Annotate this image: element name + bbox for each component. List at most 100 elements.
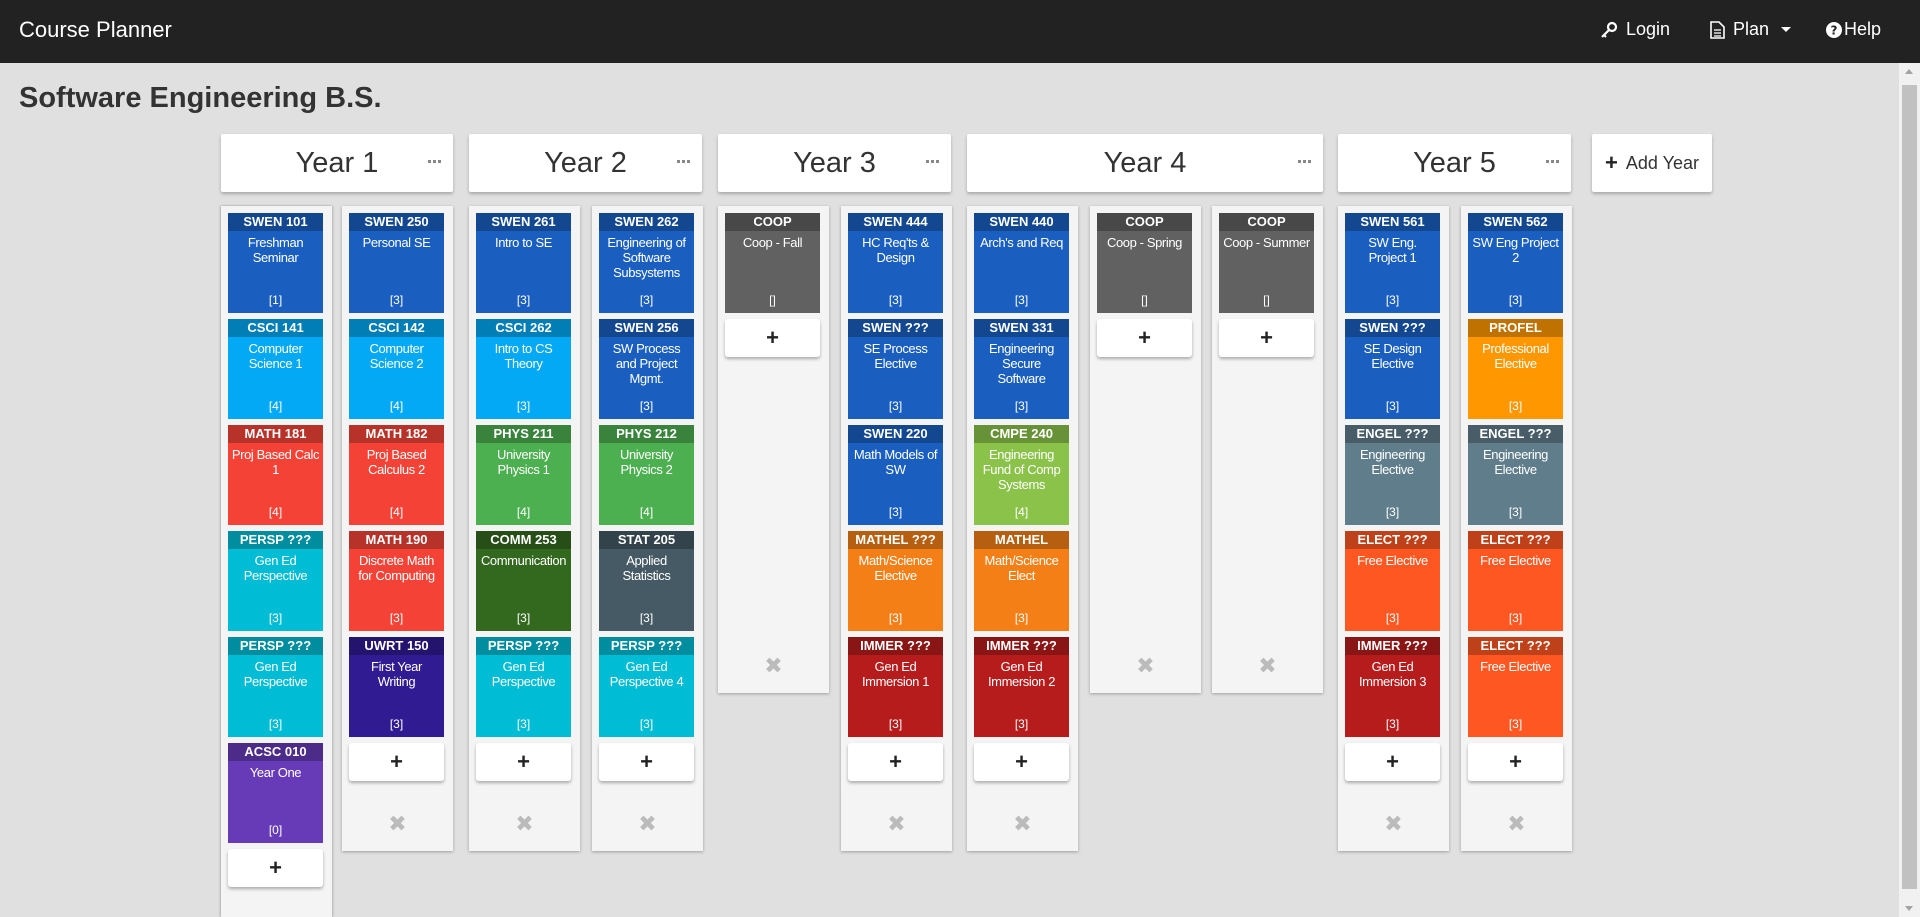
course-card[interactable]: IMMER ??? Gen Ed Immersion 3 [3] <box>1345 637 1440 737</box>
course-credits: [4] <box>639 505 654 519</box>
course-code: PERSP ??? <box>228 637 323 655</box>
semester-column: SWEN 561 SW Eng. Project 1 [3] SWEN ??? SE D… <box>1338 206 1449 851</box>
course-card[interactable]: CMPE 240 Engineering Fund of Comp Systems… <box>974 425 1069 525</box>
remove-semester-icon[interactable]: ✖ <box>1090 653 1201 679</box>
remove-semester-icon[interactable]: ✖ <box>469 811 580 837</box>
app-brand[interactable]: Course Planner <box>19 17 172 43</box>
course-card[interactable]: ELECT ??? Free Elective [3] <box>1468 637 1563 737</box>
course-code: COOP <box>725 213 820 231</box>
course-name: Engineering Secure Software <box>989 341 1054 386</box>
course-card[interactable]: PHYS 211 University Physics 1 [4] <box>476 425 571 525</box>
course-card[interactable]: IMMER ??? Gen Ed Immersion 1 [3] <box>848 637 943 737</box>
course-card[interactable]: SWEN 562 SW Eng Project 2 [3] <box>1468 213 1563 313</box>
course-credits: [3] <box>888 293 903 307</box>
course-card[interactable]: ACSC 010 Year One [0] <box>228 743 323 843</box>
semester-column: COOP Coop - Summer [] + ✖ <box>1212 206 1323 693</box>
remove-semester-icon[interactable]: ✖ <box>1338 811 1449 837</box>
course-card[interactable]: COOP Coop - Summer [] <box>1219 213 1314 313</box>
course-name: Freshman Seminar <box>247 235 304 265</box>
more-icon[interactable] <box>1298 160 1311 163</box>
remove-semester-icon[interactable]: ✖ <box>1212 653 1323 679</box>
more-icon[interactable] <box>926 160 939 163</box>
add-course-button[interactable]: + <box>228 849 323 887</box>
course-code: ELECT ??? <box>1468 637 1563 655</box>
course-card[interactable]: ELECT ??? Free Elective [3] <box>1468 531 1563 631</box>
add-course-button[interactable]: + <box>349 743 444 781</box>
remove-semester-icon[interactable]: ✖ <box>342 811 453 837</box>
course-card[interactable]: CSCI 262 Intro to CS Theory [3] <box>476 319 571 419</box>
course-code: CSCI 262 <box>476 319 571 337</box>
course-card[interactable]: SWEN 331 Engineering Secure Software [3] <box>974 319 1069 419</box>
add-course-button[interactable]: + <box>1097 319 1192 357</box>
add-course-button[interactable]: + <box>476 743 571 781</box>
course-card[interactable]: SWEN 256 SW Process and Project Mgmt. [3] <box>599 319 694 419</box>
add-course-button[interactable]: + <box>725 319 820 357</box>
course-card[interactable]: MATHEL ??? Math/Science Elective [3] <box>848 531 943 631</box>
course-card[interactable]: SWEN 561 SW Eng. Project 1 [3] <box>1345 213 1440 313</box>
more-icon[interactable] <box>1546 160 1559 163</box>
add-course-button[interactable]: + <box>1345 743 1440 781</box>
course-credits: [3] <box>389 611 404 625</box>
course-card[interactable]: ELECT ??? Free Elective [3] <box>1345 531 1440 631</box>
course-credits: [3] <box>639 717 654 731</box>
course-code: PERSP ??? <box>228 531 323 549</box>
more-icon[interactable] <box>428 160 441 163</box>
scroll-thumb[interactable] <box>1902 85 1917 889</box>
course-name: Gen Ed Immersion 1 <box>861 659 930 689</box>
remove-semester-icon[interactable]: ✖ <box>592 811 703 837</box>
course-card[interactable]: PHYS 212 University Physics 2 [4] <box>599 425 694 525</box>
course-card[interactable]: SWEN 444 HC Req'ts & Design [3] <box>848 213 943 313</box>
course-credits: [4] <box>268 399 283 413</box>
add-course-button[interactable]: + <box>974 743 1069 781</box>
help-link[interactable]: ? Help <box>1826 19 1881 40</box>
remove-semester-icon[interactable]: ✖ <box>1461 811 1572 837</box>
course-card[interactable]: IMMER ??? Gen Ed Immersion 2 [3] <box>974 637 1069 737</box>
course-credits: [3] <box>1014 399 1029 413</box>
course-card[interactable]: SWEN 220 Math Models of SW [3] <box>848 425 943 525</box>
course-card[interactable]: PERSP ??? Gen Ed Perspective [3] <box>476 637 571 737</box>
more-icon[interactable] <box>677 160 690 163</box>
course-card[interactable]: COOP Coop - Fall [] <box>725 213 820 313</box>
course-card[interactable]: SWEN 262 Engineering of Software Subsyste… <box>599 213 694 313</box>
add-course-button[interactable]: + <box>1468 743 1563 781</box>
course-card[interactable]: PERSP ??? Gen Ed Perspective [3] <box>228 531 323 631</box>
course-card[interactable]: PERSP ??? Gen Ed Perspective 4 [3] <box>599 637 694 737</box>
scrollbar[interactable] <box>1899 63 1920 917</box>
course-credits: [3] <box>1014 293 1029 307</box>
course-card[interactable]: SWEN 250 Personal SE [3] <box>349 213 444 313</box>
course-card[interactable]: MATHEL Math/Science Elect [3] <box>974 531 1069 631</box>
course-card[interactable]: PERSP ??? Gen Ed Perspective [3] <box>228 637 323 737</box>
scroll-up-arrow-icon[interactable] <box>1905 69 1913 74</box>
course-card[interactable]: MATH 181 Proj Based Calc 1 [4] <box>228 425 323 525</box>
course-card[interactable]: SWEN ??? SE Process Elective [3] <box>848 319 943 419</box>
plan-dropdown[interactable]: Plan <box>1710 19 1792 40</box>
course-credits: [3] <box>888 611 903 625</box>
course-card[interactable]: MATH 182 Proj Based Calculus 2 [4] <box>349 425 444 525</box>
add-course-button[interactable]: + <box>1219 319 1314 357</box>
add-course-button[interactable]: + <box>848 743 943 781</box>
remove-semester-icon[interactable]: ✖ <box>967 811 1078 837</box>
course-name: Gen Ed Immersion 2 <box>987 659 1056 689</box>
course-card[interactable]: ENGEL ??? Engineering Elective [3] <box>1468 425 1563 525</box>
course-card[interactable]: COOP Coop - Spring [] <box>1097 213 1192 313</box>
course-card[interactable]: SWEN 101 Freshman Seminar [1] <box>228 213 323 313</box>
course-card[interactable]: SWEN 440 Arch's and Req [3] <box>974 213 1069 313</box>
course-card[interactable]: UWRT 150 First Year Writing [3] <box>349 637 444 737</box>
course-card[interactable]: MATH 190 Discrete Math for Computing [3] <box>349 531 444 631</box>
course-card[interactable]: CSCI 141 Computer Science 1 [4] <box>228 319 323 419</box>
remove-semester-icon[interactable]: ✖ <box>841 811 952 837</box>
course-card[interactable]: SWEN 261 Intro to SE [3] <box>476 213 571 313</box>
add-year-button[interactable]: + Add Year <box>1592 134 1712 192</box>
course-credits: [3] <box>389 717 404 731</box>
course-card[interactable]: SWEN ??? SE Design Elective [3] <box>1345 319 1440 419</box>
course-name: Intro to SE <box>494 235 553 250</box>
add-course-button[interactable]: + <box>599 743 694 781</box>
course-card[interactable]: ENGEL ??? Engineering Elective [3] <box>1345 425 1440 525</box>
course-card[interactable]: COMM 253 Communication [3] <box>476 531 571 631</box>
course-card[interactable]: STAT 205 Applied Statistics [3] <box>599 531 694 631</box>
login-link[interactable]: Login <box>1600 19 1670 40</box>
course-card[interactable]: CSCI 142 Computer Science 2 [4] <box>349 319 444 419</box>
remove-semester-icon[interactable]: ✖ <box>718 653 829 679</box>
scroll-down-arrow-icon[interactable] <box>1905 906 1913 911</box>
course-card[interactable]: PROFEL Professional Elective [3] <box>1468 319 1563 419</box>
